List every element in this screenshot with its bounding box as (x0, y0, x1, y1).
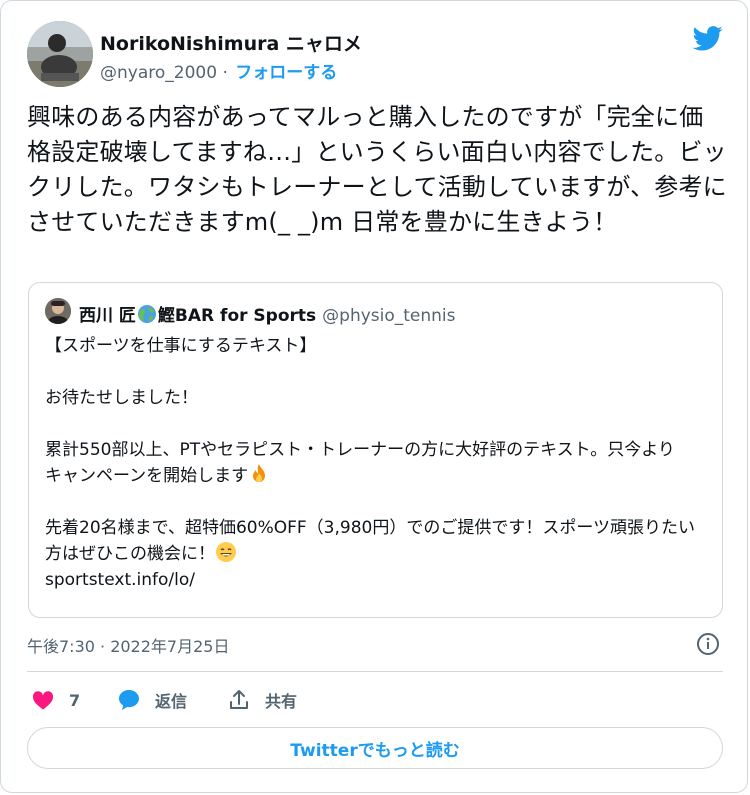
like-count: 7 (69, 690, 81, 710)
author-avatar[interactable] (27, 21, 93, 87)
author-name[interactable]: NorikoNishimura ニャロメ (100, 29, 362, 56)
twitter-bird-icon[interactable] (691, 23, 725, 53)
reply-button[interactable]: 返信 (117, 685, 187, 715)
quoted-line-campaign: 累計550部以上、PTやセラピスト・トレーナーの方に大好評のテキスト。只今よりキ… (45, 440, 675, 486)
reply-bubble-icon (119, 690, 139, 710)
reply-label: 返信 (155, 692, 188, 711)
quoted-header: 西川 匠 鰹BAR for Sports @physio_tennis (79, 301, 456, 326)
quoted-link[interactable]: sportstext.info/lo/ (45, 567, 705, 593)
quoted-author-name[interactable]: 西川 匠 鰹BAR for Sports (79, 305, 317, 326)
quoted-name-part1: 西川 匠 (79, 306, 136, 326)
quoted-line-title: 【スポーツを仕事にするテキスト】 (45, 336, 317, 356)
quoted-line-offer: 先着20名様まで、超特価60%OFF（3,980円）でのご提供です！スポーツ頑張… (45, 518, 696, 564)
globe-icon (137, 305, 156, 323)
embedded-tweet-card: NorikoNishimura ニャロメ @nyaro_2000 · フォローす… (0, 0, 748, 793)
grinning-face-icon (216, 542, 236, 562)
info-icon[interactable] (696, 632, 720, 656)
heart-icon (32, 691, 54, 710)
read-more-button[interactable]: Twitterでもっと読む (27, 727, 723, 769)
quoted-tweet[interactable]: 西川 匠 鰹BAR for Sports @physio_tennis 【スポーツを… (28, 282, 723, 618)
share-label: 共有 (265, 692, 298, 711)
tweet-timestamp[interactable]: 午後7:30 · 2022年7月25日 (27, 633, 229, 657)
divider (27, 671, 723, 672)
quoted-line-greeting: お待たせしました！ (45, 388, 198, 408)
author-handle[interactable]: @nyaro_2000 (100, 63, 217, 83)
fire-icon (253, 464, 266, 482)
share-button[interactable]: 共有 (227, 685, 297, 715)
quoted-name-part2: 鰹BAR for Sports (157, 306, 317, 326)
tweet-text: 興味のある内容があってマルっと購入したのですが「完全に価格設定破壊してますね…」… (27, 103, 727, 236)
follow-link[interactable]: フォローする (235, 63, 337, 83)
share-icon (230, 690, 248, 709)
quoted-body: 【スポーツを仕事にするテキスト】 お待たせしました！ 累計550部以上、PTやセラピ… (45, 333, 705, 593)
handle-separator: · (217, 63, 234, 83)
author-handle-line: @nyaro_2000 · フォローする (100, 58, 337, 83)
quoted-author-handle[interactable]: @physio_tennis (322, 306, 455, 326)
like-button[interactable]: 7 (31, 685, 80, 715)
quoted-author-avatar[interactable] (45, 298, 71, 324)
